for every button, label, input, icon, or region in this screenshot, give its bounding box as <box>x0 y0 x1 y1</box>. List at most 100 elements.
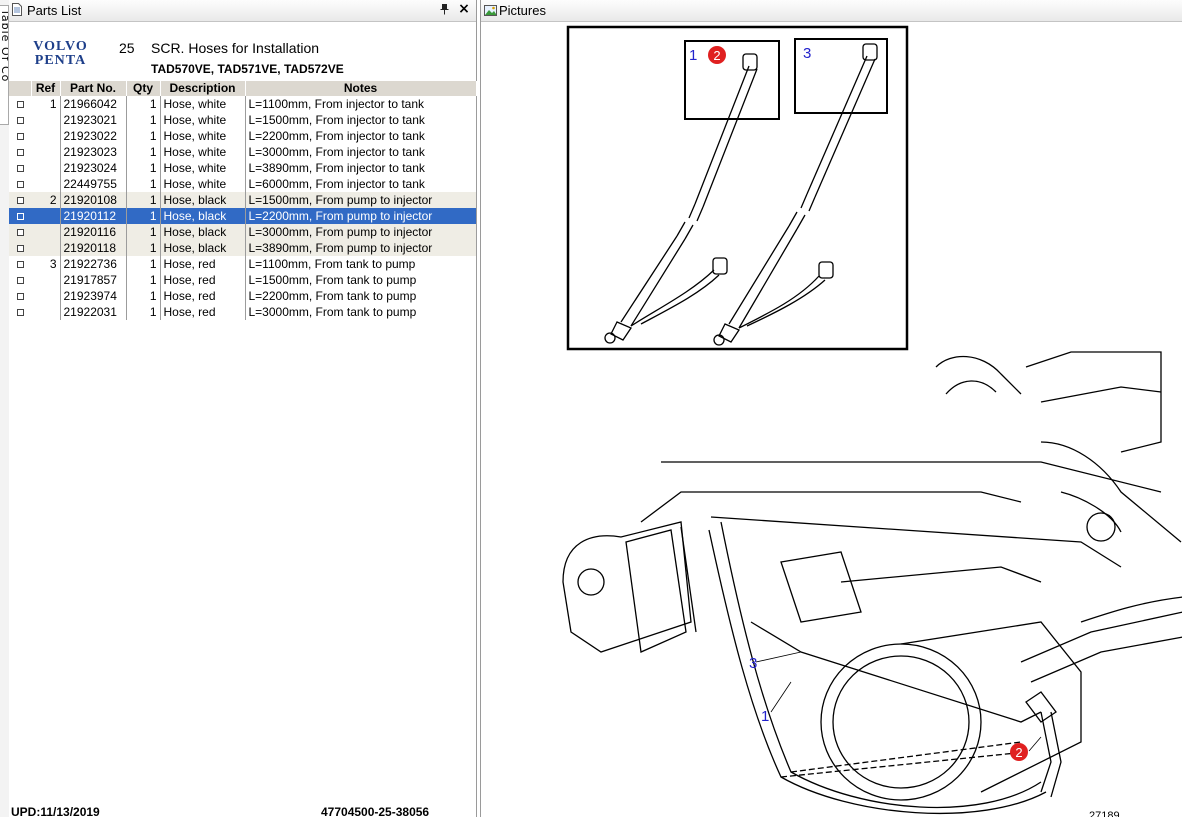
table-row[interactable]: 21920118 1 Hose, black L=3890mm, From pu… <box>9 240 477 256</box>
row-checkbox[interactable] <box>9 288 31 304</box>
cell-part-no: 21917857 <box>60 272 127 288</box>
row-checkbox[interactable] <box>9 96 31 112</box>
group-number: 25 <box>119 40 135 56</box>
group-title: SCR. Hoses for Installation <box>151 40 320 56</box>
cell-notes: L=1100mm, From injector to tank <box>245 96 477 112</box>
table-row[interactable]: 21923022 1 Hose, white L=2200mm, From in… <box>9 128 477 144</box>
row-checkbox[interactable] <box>9 208 31 224</box>
table-row[interactable]: 1 21966042 1 Hose, white L=1100mm, From … <box>9 96 477 112</box>
table-row[interactable]: 21923023 1 Hose, white L=3000mm, From in… <box>9 144 477 160</box>
row-checkbox[interactable] <box>9 192 31 208</box>
table-row[interactable]: 21917857 1 Hose, red L=1500mm, From tank… <box>9 272 477 288</box>
cell-notes: L=1100mm, From tank to pump <box>245 256 477 272</box>
pictures-header: Pictures <box>481 0 1182 22</box>
table-row[interactable]: 21923021 1 Hose, white L=1500mm, From in… <box>9 112 477 128</box>
table-of-contents-tab[interactable]: Table Of Co <box>0 5 9 125</box>
pictures-title: Pictures <box>499 3 546 18</box>
row-checkbox[interactable] <box>9 160 31 176</box>
row-checkbox[interactable] <box>9 224 31 240</box>
inset-callout-1: 1 <box>689 47 697 64</box>
cell-ref <box>31 176 61 192</box>
cell-notes: L=3000mm, From tank to pump <box>245 304 477 320</box>
cell-qty: 1 <box>126 192 161 208</box>
cell-ref <box>31 224 61 240</box>
table-of-contents-tab-label: Table Of Co <box>0 9 9 83</box>
table-row[interactable]: 22449755 1 Hose, white L=6000mm, From in… <box>9 176 477 192</box>
cell-description: Hose, red <box>160 256 246 272</box>
parts-table-header: Ref Part No. Qty Description Notes <box>9 81 477 96</box>
cell-ref: 1 <box>31 96 61 112</box>
cell-notes: L=3000mm, From injector to tank <box>245 144 477 160</box>
cell-notes: L=1500mm, From pump to injector <box>245 192 477 208</box>
parts-list-pane: Parts List × VOLVO PENTA 25 SCR. Hoses f… <box>9 0 477 819</box>
cell-qty: 1 <box>126 160 161 176</box>
illustration-number: 27189 <box>1089 810 1120 817</box>
cell-qty: 1 <box>126 272 161 288</box>
table-row[interactable]: 21922031 1 Hose, red L=3000mm, From tank… <box>9 304 477 320</box>
column-header-notes[interactable]: Notes <box>245 81 477 96</box>
cell-ref <box>31 272 61 288</box>
cell-qty: 1 <box>126 176 161 192</box>
svg-text:VOLVO: VOLVO <box>33 39 88 54</box>
cell-part-no: 21922031 <box>60 304 127 320</box>
engine-models: TAD570VE, TAD571VE, TAD572VE <box>151 62 344 76</box>
inset-callout-2: 2 <box>713 48 720 63</box>
cell-qty: 1 <box>126 288 161 304</box>
cell-part-no: 21923023 <box>60 144 127 160</box>
inset-frame <box>566 25 909 351</box>
cell-part-no: 21923024 <box>60 160 127 176</box>
cell-ref <box>31 144 61 160</box>
cell-part-no: 21923974 <box>60 288 127 304</box>
cell-notes: L=3890mm, From pump to injector <box>245 240 477 256</box>
document-icon <box>12 3 22 16</box>
cell-description: Hose, black <box>160 192 246 208</box>
cell-description: Hose, red <box>160 288 246 304</box>
row-checkbox[interactable] <box>9 256 31 272</box>
column-header-qty[interactable]: Qty <box>126 81 161 96</box>
column-header-ref[interactable]: Ref <box>31 81 61 96</box>
column-header-part-no[interactable]: Part No. <box>60 81 127 96</box>
cell-description: Hose, white <box>160 96 246 112</box>
parts-table: Ref Part No. Qty Description Notes 1 219… <box>9 81 477 320</box>
cell-qty: 1 <box>126 256 161 272</box>
pin-icon[interactable] <box>438 3 450 17</box>
main-callout-2: 2 <box>1015 745 1022 760</box>
cell-qty: 1 <box>126 112 161 128</box>
cell-notes: L=2200mm, From pump to injector <box>245 208 477 224</box>
cell-part-no: 21923022 <box>60 128 127 144</box>
column-header-description[interactable]: Description <box>160 81 246 96</box>
cell-part-no: 21920112 <box>60 208 127 224</box>
row-checkbox[interactable] <box>9 272 31 288</box>
cell-part-no: 21920116 <box>60 224 127 240</box>
parts-list-header: Parts List × <box>9 0 476 22</box>
table-row[interactable]: 3 21922736 1 Hose, red L=1100mm, From ta… <box>9 256 477 272</box>
cell-qty: 1 <box>126 224 161 240</box>
main-callout-3: 3 <box>749 655 757 672</box>
cell-ref <box>31 288 61 304</box>
cell-notes: L=2200mm, From injector to tank <box>245 128 477 144</box>
cell-description: Hose, white <box>160 160 246 176</box>
row-checkbox[interactable] <box>9 112 31 128</box>
cell-notes: L=3890mm, From injector to tank <box>245 160 477 176</box>
parts-list-title: Parts List <box>27 3 82 18</box>
cell-qty: 1 <box>126 96 161 112</box>
table-row[interactable]: 2 21920108 1 Hose, black L=1500mm, From … <box>9 192 477 208</box>
table-row[interactable]: 21923974 1 Hose, red L=2200mm, From tank… <box>9 288 477 304</box>
table-row[interactable]: 21920112 1 Hose, black L=2200mm, From pu… <box>9 208 477 224</box>
engine-assembly <box>562 351 1182 815</box>
close-icon[interactable]: × <box>458 2 470 16</box>
row-checkbox[interactable] <box>9 240 31 256</box>
row-checkbox[interactable] <box>9 176 31 192</box>
cell-part-no: 21966042 <box>60 96 127 112</box>
row-checkbox[interactable] <box>9 128 31 144</box>
cell-notes: L=6000mm, From injector to tank <box>245 176 477 192</box>
cell-description: Hose, white <box>160 112 246 128</box>
row-checkbox[interactable] <box>9 144 31 160</box>
hose-assembly-left <box>604 53 758 344</box>
cell-description: Hose, white <box>160 144 246 160</box>
table-row[interactable]: 21920116 1 Hose, black L=3000mm, From pu… <box>9 224 477 240</box>
row-checkbox[interactable] <box>9 304 31 320</box>
table-row[interactable]: 21923024 1 Hose, white L=3890mm, From in… <box>9 160 477 176</box>
exploded-view-drawing[interactable]: 1 2 3 3 1 2 27189 <box>481 22 1182 817</box>
cell-notes: L=1500mm, From tank to pump <box>245 272 477 288</box>
